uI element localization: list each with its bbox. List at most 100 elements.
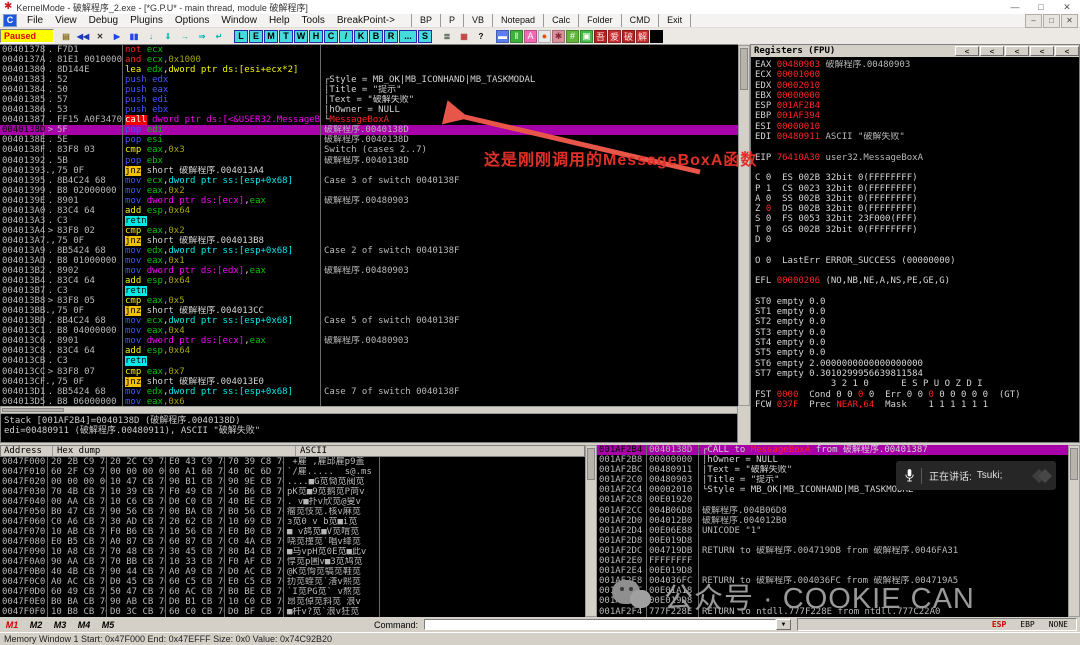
- stack-row[interactable]: 001AF2B4 0040138D ┌CALL to MessageBoxA fro…: [597, 445, 1068, 456]
- disasm-row[interactable]: 004013C6. 8901 mov dword ptr ds:[ecx],eax 破…: [0, 336, 738, 347]
- stack-row[interactable]: 001AF2DC 004719DB RETURN to 破解程序.004719DB …: [597, 545, 1068, 557]
- quick-button-calc[interactable]: Calc: [543, 14, 578, 27]
- quick-button-vb[interactable]: VB: [463, 14, 492, 27]
- disasm-row[interactable]: 0040137A. 81E1 00100000 and ecx,0x1000: [0, 55, 738, 66]
- hex-row[interactable]: 0047F060 C0 A6 CB 76 30 AD CB 76 20 62 CB 7…: [0, 517, 585, 527]
- stack-mode-esp[interactable]: ESP: [992, 620, 1006, 629]
- menu-item-window[interactable]: Window: [215, 15, 263, 26]
- disasm-row[interactable]: 004013CF., 75 0F jnz short 破解程序.004013E0: [0, 376, 738, 387]
- hex-row[interactable]: 0047F0D0 60 49 CB 76 50 47 CB 76 60 AC CB 7…: [0, 587, 585, 597]
- plugin-wu-icon[interactable]: 吾: [594, 29, 607, 43]
- open-file-icon[interactable]: ▤: [58, 30, 74, 43]
- disasm-row[interactable]: 004013CC >83F8 07 cmp eax,0x7: [0, 366, 738, 377]
- hex-row[interactable]: 0047F070 10 AB CB 76 F0 B6 CB 76 10 56 CB 7…: [0, 527, 585, 537]
- maximize-icon[interactable]: □: [1028, 1, 1054, 14]
- view-button-K[interactable]: K: [354, 29, 368, 43]
- help-icon[interactable]: ?: [473, 30, 489, 43]
- menu-item-breakpoint[interactable]: BreakPoint->: [331, 15, 401, 26]
- register-line[interactable]: ST0 empty 0.0: [755, 297, 1079, 307]
- disasm-row[interactable]: 00401380. 8D144E lea edx,dword ptr ds:[esi…: [0, 65, 738, 76]
- disasm-row[interactable]: 00401384. 50 push eax │Title = "提示": [0, 85, 738, 96]
- stack-row[interactable]: 001AF2CC 004B06D8 破解程序.004B06D8: [597, 505, 1068, 516]
- disasm-row[interactable]: 004013CB. C3 retn: [0, 356, 738, 367]
- hex-row[interactable]: 0047F0E0 B0 BA CB 76 90 AB CB 76 D0 B1 CB 7…: [0, 597, 585, 607]
- disasm-row[interactable]: 00401383. 52 push edx ┌Style = MB_OK|MB_ICO…: [0, 75, 738, 86]
- disasm-row[interactable]: 004013A4 >83F8 02 cmp eax,0x2: [0, 225, 738, 236]
- step-over-icon[interactable]: ⇓: [160, 30, 176, 43]
- register-line[interactable]: ESI 00000010: [755, 122, 1079, 132]
- register-line[interactable]: ST1 empty 0.0: [755, 307, 1079, 317]
- plugin-green-pause-icon[interactable]: ‖: [510, 29, 523, 43]
- register-line[interactable]: EFL 00000206 (NO,NB,NE,A,NS,PE,GE,G): [755, 276, 1079, 286]
- quick-button-notepad[interactable]: Notepad: [492, 14, 543, 27]
- menu-item-tools[interactable]: Tools: [296, 15, 331, 26]
- list-icon[interactable]: ≣: [439, 30, 455, 43]
- quick-button-folder[interactable]: Folder: [578, 14, 621, 27]
- registers-scroll-left-icon[interactable]: <: [1030, 46, 1054, 56]
- register-line[interactable]: 3 2 1 0 E S P U O Z D I: [755, 379, 1079, 389]
- memory-tab-m4[interactable]: M4: [72, 620, 96, 630]
- disasm-row[interactable]: 00401385. 57 push edi │Text = "破解失败": [0, 95, 738, 106]
- register-line[interactable]: D 0: [755, 235, 1079, 245]
- memory-tab-m1[interactable]: M1: [0, 620, 24, 630]
- register-line[interactable]: [755, 163, 1079, 173]
- plugin-pink-a-icon[interactable]: A: [524, 29, 537, 43]
- quick-button-p[interactable]: P: [440, 14, 463, 27]
- hex-row[interactable]: 0047F000 20 2B C9 74 20 2C C9 74 E0 43 C9 7…: [0, 457, 585, 467]
- animate-into-icon[interactable]: →: [177, 30, 193, 43]
- disasm-row[interactable]: 004013B8 >83F8 05 cmp eax,0x5: [0, 296, 738, 307]
- disasm-row[interactable]: 004013C8. 83C4 64 add esp,0x64: [0, 346, 738, 357]
- plugin-hash-icon[interactable]: #: [566, 29, 579, 43]
- plugin-po-icon[interactable]: 破: [622, 29, 635, 43]
- disasm-row[interactable]: 00401378. F7D1 not ecx: [0, 45, 738, 56]
- disasm-hscrollbar[interactable]: [0, 406, 738, 414]
- register-line[interactable]: ST5 empty 0.0: [755, 348, 1079, 358]
- quick-button-exit[interactable]: Exit: [658, 14, 692, 27]
- disasm-row[interactable]: 004013B7. C3 retn: [0, 286, 738, 297]
- view-button-T[interactable]: T: [279, 29, 293, 43]
- view-button-E[interactable]: E: [249, 29, 263, 43]
- disasm-row[interactable]: 004013B2. 8902 mov dword ptr ds:[edx],eax 破…: [0, 266, 738, 277]
- hex-row[interactable]: 0047F010 60 2F C9 74 00 00 00 00 00 A1 6B 7…: [0, 467, 585, 477]
- plugin-record-icon[interactable]: ●: [538, 29, 551, 43]
- menu-item-options[interactable]: Options: [169, 15, 215, 26]
- hex-row[interactable]: 0047F020 00 00 00 00 10 47 CB 76 90 B1 CB 7…: [0, 477, 585, 487]
- animate-over-icon[interactable]: ⇒: [194, 30, 210, 43]
- register-line[interactable]: ST6 empty 2.0000000000000000000: [755, 359, 1079, 369]
- disasm-row[interactable]: 0040138D >5F pop edi 破解程序.0040138D: [0, 125, 738, 136]
- hex-row[interactable]: 0047F090 10 A8 CB 76 70 48 CB 76 30 45 CB 7…: [0, 547, 585, 557]
- step-into-icon[interactable]: ↓: [143, 30, 159, 43]
- close-icon[interactable]: ✕: [1054, 1, 1080, 14]
- menu-item-debug[interactable]: Debug: [83, 15, 124, 26]
- register-line[interactable]: ST4 empty 0.0: [755, 338, 1079, 348]
- disasm-row[interactable]: 0040138E. 5E pop esi 破解程序.0040138D: [0, 135, 738, 146]
- disasm-row[interactable]: 00401386. 53 push ebx │hOwner = NULL: [0, 105, 738, 116]
- register-line[interactable]: [755, 245, 1079, 255]
- hex-row[interactable]: 0047F0C0 A0 AC CB 76 D0 45 CB 76 60 C5 CB 7…: [0, 577, 585, 587]
- stack-row[interactable]: 001AF2C8 00E01920: [597, 495, 1068, 506]
- register-line[interactable]: EBP 001AF394: [755, 111, 1079, 121]
- view-button-C[interactable]: C: [324, 29, 338, 43]
- hex-row[interactable]: 0047F0A0 90 AA CB 76 70 BB CB 76 10 33 CB 7…: [0, 557, 585, 567]
- microphone-icon[interactable]: [904, 468, 915, 483]
- register-line[interactable]: [755, 287, 1079, 297]
- hex-row[interactable]: 0047F030 70 4B CB 76 10 39 CB 76 F0 49 CB 7…: [0, 487, 585, 497]
- stack-row[interactable]: 001AF2D0 004012B0 破解程序.004012B0: [597, 515, 1068, 526]
- disasm-row[interactable]: 004013C1. B8 04000000 mov eax,0x4: [0, 326, 738, 337]
- disasm-row[interactable]: 0040139E. 8901 mov dword ptr ds:[ecx],eax 破…: [0, 195, 738, 206]
- command-dropdown-icon[interactable]: ▼: [776, 619, 792, 630]
- disassembly-panel[interactable]: 00401378. F7D1 not ecx 0040137A. 81E1 001000…: [0, 44, 738, 406]
- disasm-row[interactable]: 004013D1. 8B5424 68 mov edx,dword ptr ss:[…: [0, 386, 738, 397]
- plugin-flower-icon[interactable]: ✱: [552, 29, 565, 43]
- plugin-black-icon[interactable]: [650, 29, 663, 43]
- register-line[interactable]: P 1 CS 0023 32bit 0(FFFFFFFF): [755, 184, 1079, 194]
- memory-tab-m3[interactable]: M3: [48, 620, 72, 630]
- disasm-row[interactable]: 004013BD. 8B4C24 68 mov ecx,dword ptr ss:[…: [0, 316, 738, 327]
- register-line[interactable]: EIP 76410A30 user32.MessageBoxA: [755, 153, 1079, 163]
- hex-dump-panel[interactable]: 0047F000 20 2B C9 74 20 2C C9 74 E0 43 C9 7…: [0, 457, 585, 617]
- registers-scroll-left-icon[interactable]: <: [955, 46, 979, 56]
- mdi-restore-icon[interactable]: □: [1043, 13, 1060, 28]
- stack-row[interactable]: 001AF2D8 00E019D8: [597, 535, 1068, 546]
- plugin-ai-icon[interactable]: 爱: [608, 29, 621, 43]
- register-line[interactable]: A 0 SS 002B 32bit 0(FFFFFFFF): [755, 194, 1079, 204]
